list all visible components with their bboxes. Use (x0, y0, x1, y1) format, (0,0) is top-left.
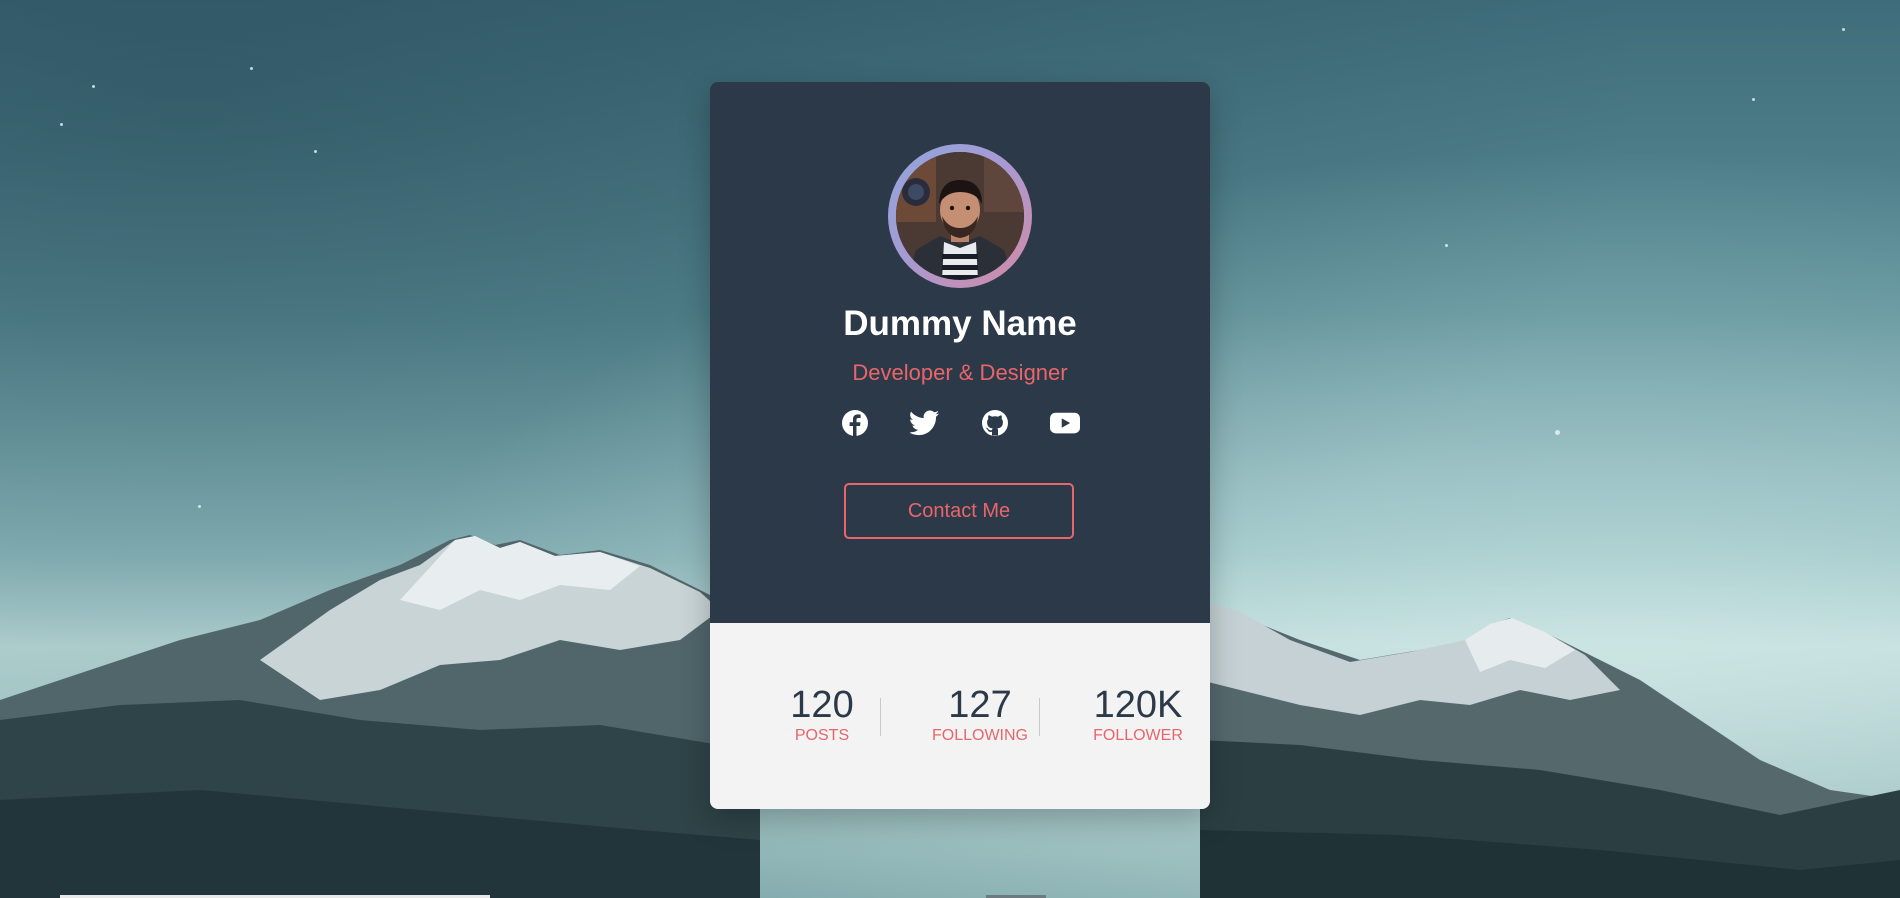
stat-following: 127 FOLLOWING (910, 685, 1050, 745)
stat-value: 120 (790, 684, 854, 726)
contact-me-button[interactable]: Contact Me (844, 483, 1074, 539)
facebook-icon (842, 410, 868, 436)
youtube-icon (1050, 412, 1080, 434)
profile-stats: 120 POSTS 127 FOLLOWING 120K FOLLOWER (710, 623, 1210, 809)
stat-value: 120K (1093, 684, 1183, 726)
avatar-portrait (896, 152, 1024, 280)
twitter-icon (910, 410, 939, 436)
youtube-link[interactable] (1050, 408, 1080, 438)
github-link[interactable] (980, 408, 1010, 438)
profile-role: Developer & Designer (852, 360, 1068, 385)
stat-label: FOLLOWER (1093, 727, 1183, 744)
profile-name: Dummy Name (843, 304, 1077, 343)
social-links (710, 408, 1210, 438)
stat-divider (1039, 698, 1040, 736)
stat-follower: 120K FOLLOWER (1068, 685, 1208, 745)
facebook-link[interactable] (840, 408, 870, 438)
avatar-ring (888, 144, 1032, 288)
avatar (896, 152, 1024, 280)
page-background: Dummy Name Developer & Designer Contact … (0, 0, 1900, 898)
stat-value: 127 (948, 684, 1012, 726)
github-icon (982, 410, 1008, 436)
profile-card: Dummy Name Developer & Designer Contact … (710, 82, 1210, 809)
stat-posts: 120 POSTS (752, 685, 892, 745)
stat-label: FOLLOWING (931, 727, 1028, 744)
twitter-link[interactable] (910, 408, 940, 438)
profile-card-header: Dummy Name Developer & Designer Contact … (710, 82, 1210, 623)
stat-divider (880, 698, 881, 736)
stat-label: POSTS (794, 727, 850, 744)
